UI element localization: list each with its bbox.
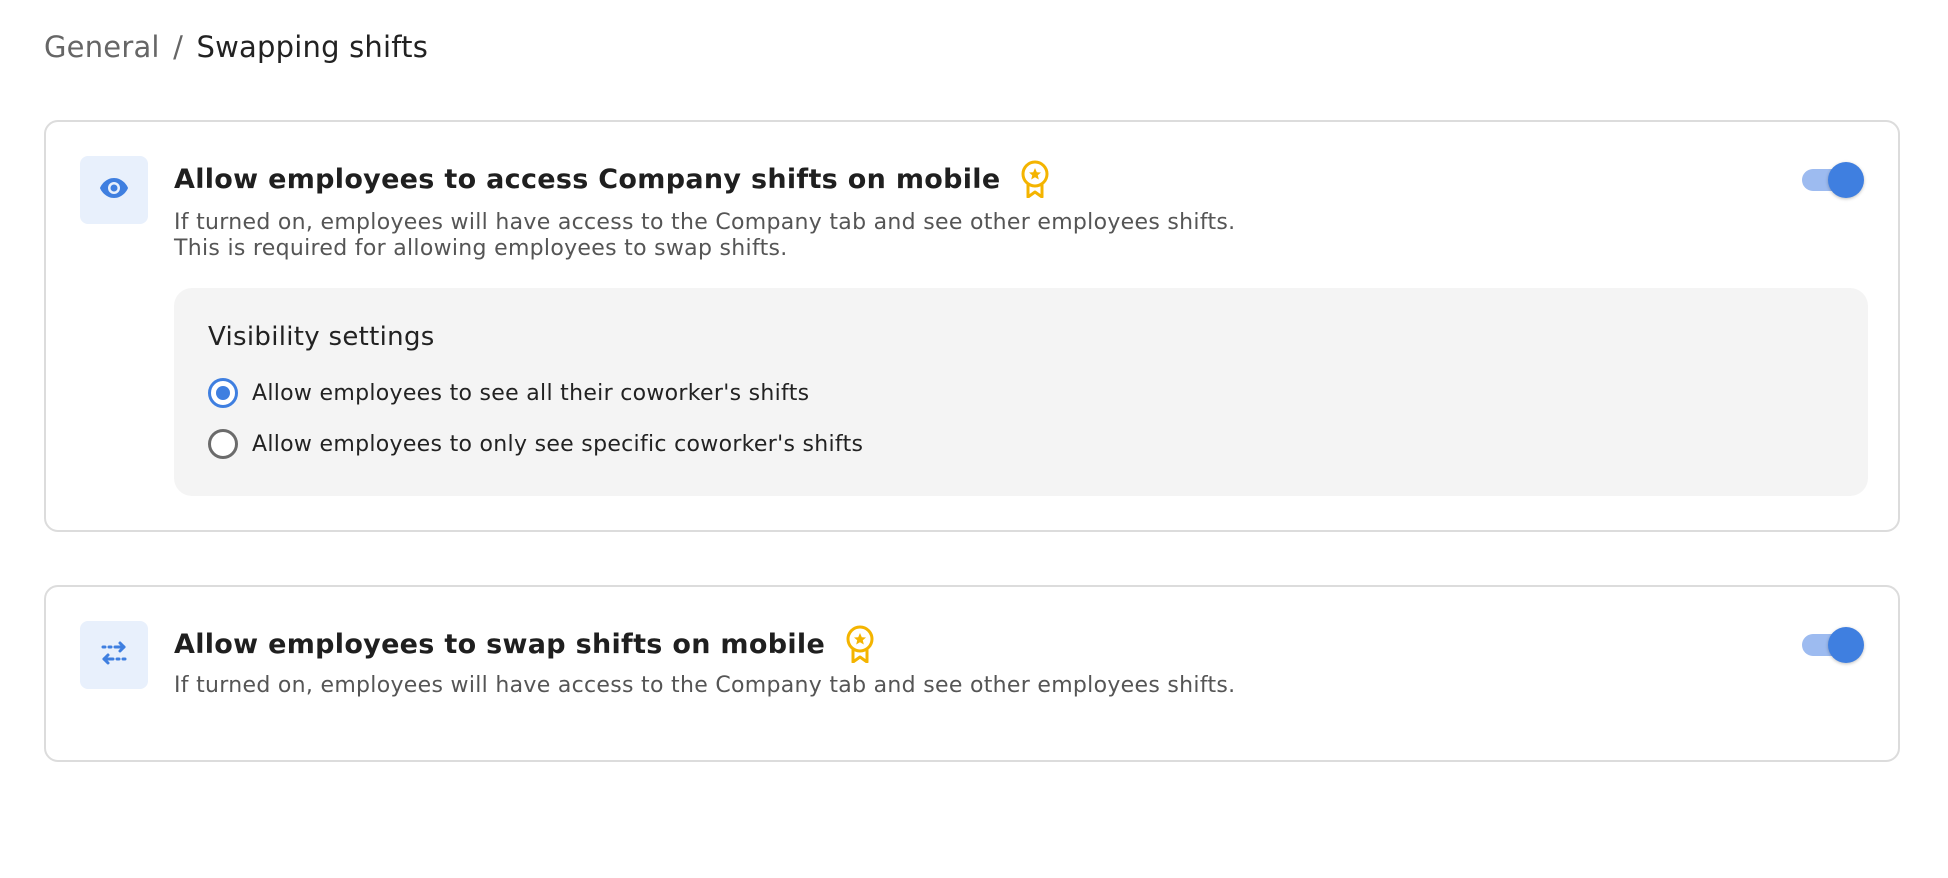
radio-label[interactable]: Allow employees to only see specific cow… [252, 432, 863, 457]
setting-description: If turned on, employees will have access… [174, 210, 1235, 262]
visibility-settings-title: Visibility settings [208, 322, 435, 352]
visibility-settings-panel: Visibility settings Allow employees to s… [174, 288, 1868, 496]
setting-description: If turned on, employees will have access… [174, 673, 1235, 699]
setting-title: Allow employees to access Company shifts… [174, 160, 1050, 198]
premium-badge-icon [1020, 160, 1050, 198]
page-title: Swapping shifts [196, 30, 429, 64]
breadcrumb: General / Swapping shifts [44, 30, 428, 64]
radio-label[interactable]: Allow employees to see all their coworke… [252, 381, 809, 406]
company-shifts-access-card: Allow employees to access Company shifts… [44, 120, 1900, 532]
swap-arrows-icon [99, 639, 129, 671]
eye-icon [99, 177, 129, 203]
setting-title: Allow employees to swap shifts on mobile [174, 625, 875, 663]
setting-description-line: If turned on, employees will have access… [174, 673, 1236, 698]
swap-icon-tile [80, 621, 148, 689]
eye-icon-tile [80, 156, 148, 224]
swap-shifts-card: Allow employees to swap shifts on mobile… [44, 585, 1900, 762]
visibility-option-all[interactable]: Allow employees to see all their coworke… [208, 378, 809, 408]
premium-badge-icon [845, 625, 875, 663]
toggle-knob [1828, 162, 1864, 198]
company-shifts-access-toggle[interactable] [1802, 162, 1864, 198]
toggle-knob [1828, 627, 1864, 663]
setting-title-text: Allow employees to swap shifts on mobile [174, 628, 826, 660]
radio-button[interactable] [208, 429, 238, 459]
breadcrumb-separator: / [173, 30, 184, 64]
swap-shifts-toggle[interactable] [1802, 627, 1864, 663]
visibility-option-specific[interactable]: Allow employees to only see specific cow… [208, 429, 863, 459]
breadcrumb-general-link[interactable]: General [44, 30, 160, 64]
radio-button-selected[interactable] [208, 378, 238, 408]
setting-description-line: If turned on, employees will have access… [174, 210, 1236, 235]
setting-title-text: Allow employees to access Company shifts… [174, 163, 1001, 195]
setting-description-line: This is required for allowing employees … [174, 236, 788, 261]
